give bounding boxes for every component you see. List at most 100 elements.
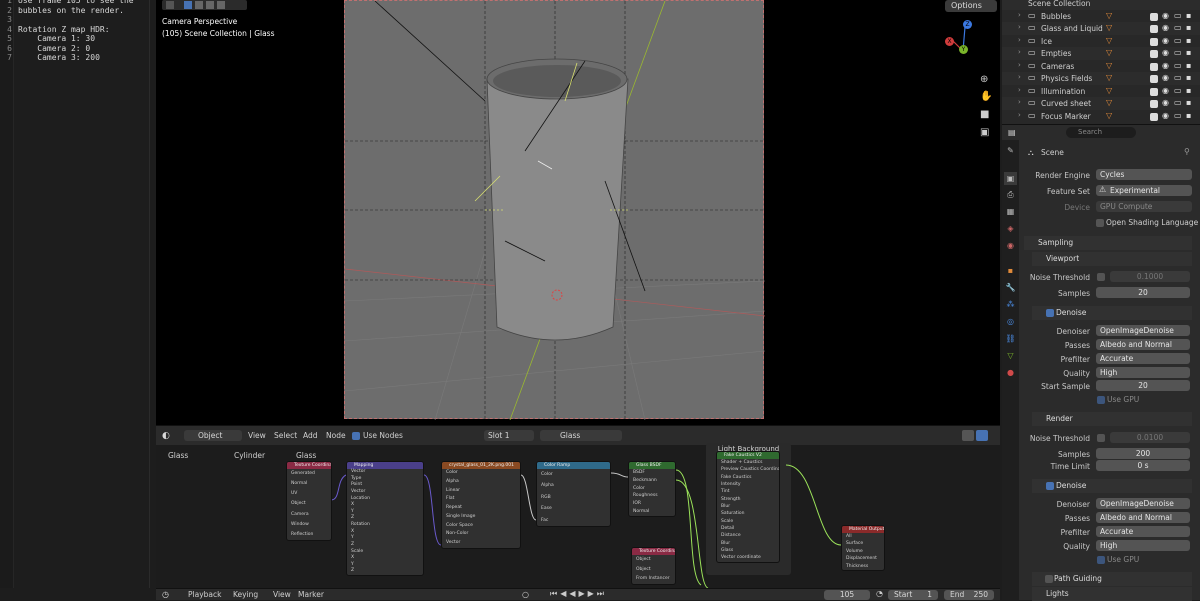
- viewport-monitor-icon[interactable]: ▭: [1174, 61, 1182, 70]
- vp-samples-field[interactable]: 20: [1096, 287, 1190, 298]
- outliner-scene-collection[interactable]: Scene Collection: [1002, 0, 1200, 10]
- particles-tab-icon[interactable]: ⁂: [1004, 298, 1017, 311]
- menu-node[interactable]: Node: [326, 431, 346, 440]
- shader-node[interactable]: Texture Coordinate Object Object From Insta…: [631, 547, 676, 585]
- render-tab-icon[interactable]: ▣: [1004, 172, 1017, 185]
- expand-chevron-icon[interactable]: ›: [1018, 11, 1021, 19]
- path-guiding-checkbox[interactable]: [1045, 575, 1053, 583]
- select-tool-icon[interactable]: [166, 1, 174, 9]
- r-use-gpu-checkbox[interactable]: [1097, 556, 1105, 564]
- viewport-monitor-icon[interactable]: ▭: [1174, 36, 1182, 45]
- node-title[interactable]: crystal_glass_01_2K.png.001: [442, 462, 520, 469]
- vp-denoise-subpanel[interactable]: Denoise: [1032, 306, 1192, 320]
- render-engine-dropdown[interactable]: Cycles: [1096, 169, 1192, 180]
- end-frame-field[interactable]: End 250: [944, 590, 994, 600]
- shader-node[interactable]: crystal_glass_01_2K.png.001 Color Alpha Lin…: [441, 461, 521, 549]
- render-camera-icon[interactable]: ▪: [1186, 111, 1191, 120]
- start-frame-field[interactable]: Start 1: [888, 590, 938, 600]
- path-guiding-panel[interactable]: Path Guiding: [1032, 572, 1192, 586]
- code-line[interactable]: Camera 3: 200: [18, 53, 100, 63]
- time-limit-field[interactable]: 0 s: [1096, 460, 1190, 471]
- vp-denoise-checkbox[interactable]: [1046, 309, 1054, 317]
- node-title[interactable]: Material Output: [842, 526, 884, 533]
- record-icon[interactable]: ○: [522, 590, 529, 599]
- viewport-toolbar[interactable]: [162, 0, 247, 10]
- shader-node[interactable]: Glass BSDF BSDF Beckmann Color Roughness IOR N…: [628, 461, 676, 517]
- outliner-item[interactable]: › ▭ Empties ▽ ◉ ▭ ▪: [1002, 47, 1200, 60]
- render-camera-icon[interactable]: ▪: [1186, 36, 1191, 45]
- material-selector[interactable]: Glass: [540, 430, 622, 441]
- options-button[interactable]: Options: [945, 0, 997, 12]
- visibility-eye-icon[interactable]: ◉: [1162, 23, 1169, 32]
- exclude-checkbox[interactable]: [1150, 37, 1158, 46]
- outliner-item[interactable]: › ▭ Ice ▽ ◉ ▭ ▪: [1002, 35, 1200, 48]
- expand-chevron-icon[interactable]: ›: [1018, 98, 1021, 106]
- expand-chevron-icon[interactable]: ›: [1018, 48, 1021, 56]
- r-noise-threshold-checkbox[interactable]: [1097, 434, 1105, 442]
- current-frame-field[interactable]: 105: [824, 590, 870, 600]
- render-subpanel-header[interactable]: Render: [1032, 412, 1192, 426]
- viewport-monitor-icon[interactable]: ▭: [1174, 98, 1182, 107]
- tool-tab-icon[interactable]: ✎: [1004, 144, 1017, 157]
- shader-node[interactable]: Color Ramp Color Alpha RGB Ease Fac: [536, 461, 611, 527]
- viewport-monitor-icon[interactable]: ▭: [1174, 23, 1182, 32]
- node-title[interactable]: Mapping: [347, 462, 423, 469]
- exclude-checkbox[interactable]: [1150, 87, 1158, 96]
- r-prefilter-dropdown[interactable]: Accurate: [1096, 526, 1190, 537]
- expand-chevron-icon[interactable]: ›: [1018, 73, 1021, 81]
- lights-panel[interactable]: Lights: [1032, 587, 1192, 601]
- playback-controls-icon[interactable]: ⏮◀◀▶▶⏭: [550, 589, 607, 599]
- render-camera-icon[interactable]: ▪: [1186, 23, 1191, 32]
- exclude-checkbox[interactable]: [1150, 100, 1158, 108]
- gizmo-x[interactable]: X: [945, 37, 954, 46]
- node-title[interactable]: Glass BSDF: [629, 462, 675, 469]
- timeline-menu-marker[interactable]: Marker: [298, 590, 324, 599]
- outliner-item[interactable]: › ▭ Curved sheet ▽ ◉ ▭ ▪: [1002, 97, 1200, 110]
- use-nodes-checkbox[interactable]: [352, 432, 360, 440]
- shader-node[interactable]: Texture Coordinate Generated Normal UV Objec…: [286, 461, 332, 541]
- properties-search[interactable]: Search: [1066, 127, 1136, 138]
- expand-chevron-icon[interactable]: ›: [1018, 61, 1021, 69]
- sampling-panel-header[interactable]: Sampling: [1024, 236, 1192, 250]
- select-extend-icon[interactable]: [195, 1, 203, 9]
- render-camera-icon[interactable]: ▪: [1186, 11, 1191, 20]
- timeline-menu-view[interactable]: View: [273, 590, 291, 599]
- expand-chevron-icon[interactable]: ›: [1018, 36, 1021, 44]
- node-title[interactable]: Texture Coordinate: [632, 548, 675, 555]
- node-title[interactable]: Fake Caustics V2: [717, 452, 779, 459]
- material-tab-icon[interactable]: ●: [1004, 366, 1017, 379]
- visibility-eye-icon[interactable]: ◉: [1162, 111, 1169, 120]
- slot-dropdown[interactable]: Slot 1: [484, 430, 534, 441]
- scene-tab-icon[interactable]: ◈: [1004, 222, 1017, 235]
- timeline-menu-keying[interactable]: Keying: [233, 590, 258, 599]
- visibility-eye-icon[interactable]: ◉: [1162, 48, 1169, 57]
- outliner-item[interactable]: › ▭ Glass and Liquid ▽ ◉ ▭ ▪: [1002, 22, 1200, 35]
- object-mode-dropdown[interactable]: Object: [184, 430, 242, 441]
- code-line[interactable]: bubbles on the render.: [18, 6, 124, 16]
- output-tab-icon[interactable]: ⎙: [1004, 188, 1017, 201]
- constraints-tab-icon[interactable]: ⛓: [1004, 332, 1017, 345]
- visibility-eye-icon[interactable]: ◉: [1162, 73, 1169, 82]
- open-shading-checkbox[interactable]: [1096, 219, 1104, 227]
- object-tab-icon[interactable]: ▪: [1004, 264, 1017, 277]
- physics-tab-icon[interactable]: ◎: [1004, 315, 1017, 328]
- node-title[interactable]: Texture Coordinate: [287, 462, 331, 469]
- exclude-checkbox[interactable]: [1150, 62, 1158, 71]
- node-canvas[interactable]: Glass Cylinder Glass Light Background Te…: [156, 443, 1000, 588]
- code-line[interactable]: Camera 2: 0: [18, 44, 90, 54]
- render-camera-icon[interactable]: ▪: [1186, 86, 1191, 95]
- code-line[interactable]: Rotation Z map HDR:: [18, 25, 110, 35]
- outliner-item[interactable]: › ▭ Focus Marker ▽ ◉ ▭ ▪: [1002, 110, 1200, 123]
- render-camera-icon[interactable]: ▪: [1186, 48, 1191, 57]
- visibility-eye-icon[interactable]: ◉: [1162, 11, 1169, 20]
- vp-prefilter-dropdown[interactable]: Accurate: [1096, 353, 1190, 364]
- render-camera-icon[interactable]: ▪: [1186, 98, 1191, 107]
- visibility-eye-icon[interactable]: ◉: [1162, 36, 1169, 45]
- r-denoise-subpanel[interactable]: Denoise: [1032, 479, 1192, 493]
- vp-denoiser-dropdown[interactable]: OpenImageDenoise: [1096, 325, 1190, 336]
- outliner-item[interactable]: › ▭ Cameras ▽ ◉ ▭ ▪: [1002, 60, 1200, 73]
- node-title[interactable]: Color Ramp: [537, 462, 610, 469]
- select-subtract-icon[interactable]: [206, 1, 214, 9]
- r-denoise-checkbox[interactable]: [1046, 482, 1054, 490]
- data-tab-icon[interactable]: ▽: [1004, 349, 1017, 362]
